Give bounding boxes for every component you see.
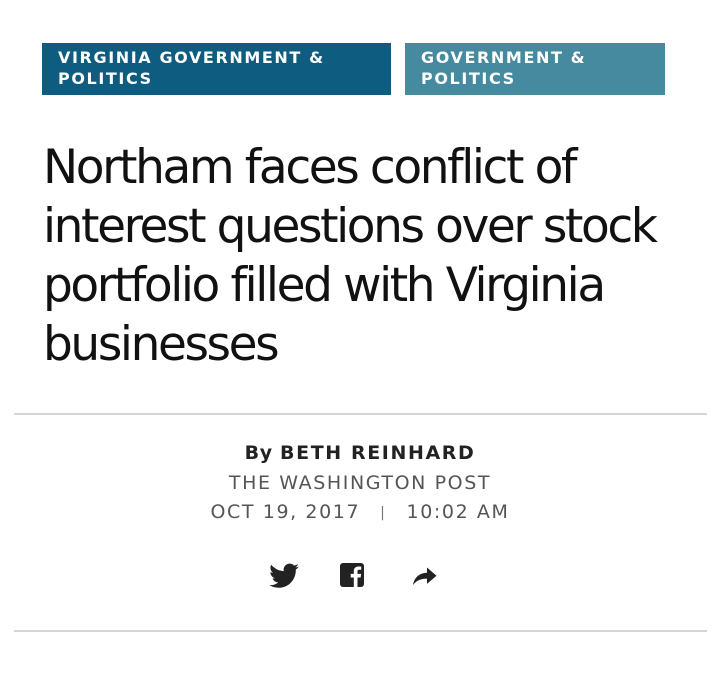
- share-bar: [0, 558, 720, 592]
- section-tag-virginia-government-politics[interactable]: VIRGINIA GOVERNMENT & POLITICS: [42, 43, 391, 95]
- publish-date: OCT 19, 2017: [210, 501, 361, 523]
- divider: [14, 413, 707, 415]
- dateline: OCT 19, 2017 | 10:02 AM: [0, 499, 720, 526]
- byline-prefix: By: [244, 442, 273, 464]
- section-tag-government-politics[interactable]: GOVERNMENT & POLITICS: [405, 43, 665, 95]
- share-button[interactable]: [407, 558, 441, 592]
- author-link[interactable]: BETH REINHARD: [280, 442, 475, 464]
- byline: By BETH REINHARD: [0, 440, 720, 466]
- twitter-icon: [269, 563, 299, 588]
- twitter-share-button[interactable]: [267, 558, 301, 592]
- facebook-icon: [340, 563, 364, 587]
- facebook-share-button[interactable]: [335, 558, 369, 592]
- publish-time: 10:02 AM: [406, 501, 510, 523]
- section-tags: VIRGINIA GOVERNMENT & POLITICS GOVERNMEN…: [42, 43, 665, 95]
- publisher-name: THE WASHINGTON POST: [228, 472, 492, 494]
- date-separator: |: [380, 505, 387, 521]
- divider: [14, 630, 707, 632]
- article-headline: Northam faces conflict of interest quest…: [43, 140, 658, 372]
- share-arrow-icon: [413, 567, 437, 585]
